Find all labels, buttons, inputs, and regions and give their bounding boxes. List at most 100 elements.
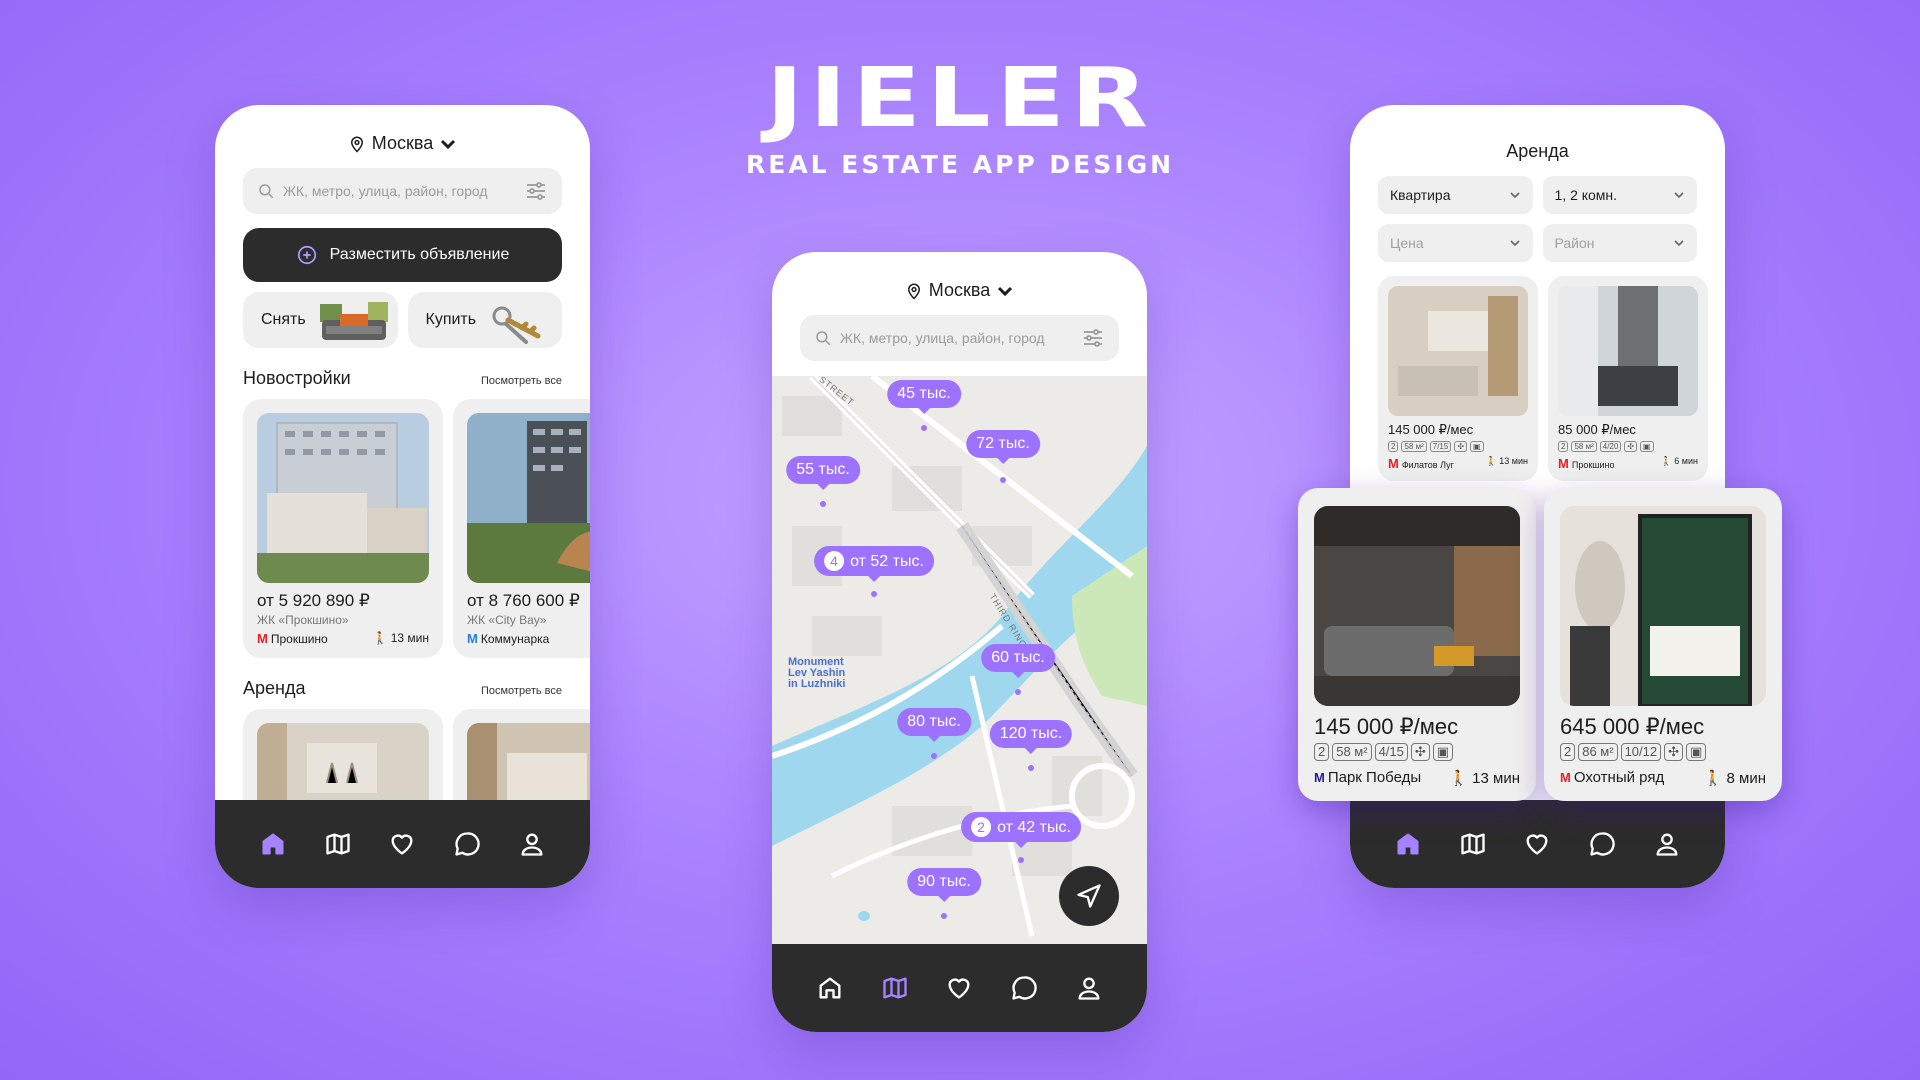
walk-time: 🚶 6 мин: [1660, 456, 1698, 466]
home-icon: [819, 977, 841, 999]
nav-profile[interactable]: [1069, 968, 1109, 1008]
post-listing-button[interactable]: Разместить объявление: [243, 228, 562, 282]
walk-time: 🚶 8 мин: [1703, 770, 1766, 787]
nav-profile[interactable]: [512, 824, 552, 864]
bottom-navigation: [215, 800, 590, 888]
chat-icon: [455, 832, 480, 856]
user-icon: [521, 833, 543, 856]
rent-see-all[interactable]: Посмотреть все: [481, 685, 562, 697]
user-icon: [1078, 977, 1100, 1000]
nav-map[interactable]: [318, 824, 358, 864]
search-input[interactable]: ЖК, метро, улица, район, город: [800, 315, 1119, 361]
chevron-down-icon: [1509, 192, 1520, 199]
rent-listing-card[interactable]: 145 000 ₽/мес 2 58 м² 7/15 ✣ ▣ M Филатов Луг 🚶…: [1378, 276, 1538, 481]
rent-screen-title: Аренда: [1506, 141, 1569, 161]
city-selector[interactable]: Москва: [215, 133, 590, 154]
nav-map[interactable]: [875, 968, 915, 1008]
price-pin[interactable]: 120 тыс.: [989, 720, 1073, 748]
featured-rent-card[interactable]: 645 000 ₽/мес 2 86 м² 10/12 ✣ ▣ M Охотный ряд…: [1544, 488, 1782, 801]
map-icon: [326, 833, 350, 855]
metro-station: M Прокшино: [257, 631, 328, 646]
nav-map[interactable]: [1453, 824, 1493, 864]
locate-me-button[interactable]: [1059, 866, 1119, 926]
filter-icon[interactable]: [1081, 326, 1105, 350]
nav-home[interactable]: [810, 968, 850, 1008]
rent-listing-card[interactable]: 85 000 ₽/мес 2 58 м² 4/20 ✣ ▣ M Прокшино 🚶 6 м…: [1548, 276, 1708, 481]
search-icon: [259, 184, 274, 199]
nav-favorites[interactable]: [939, 968, 979, 1008]
cluster-pin[interactable]: 4 от 52 тыс.: [814, 546, 934, 576]
metro-icon: M: [1388, 456, 1399, 471]
card-price: от 8 760 600 ₽: [467, 591, 580, 610]
home-icon: [1397, 833, 1419, 855]
price-pin[interactable]: 60 тыс.: [981, 644, 1055, 672]
chevron-down-icon: [1509, 240, 1520, 247]
pin-dot: [1000, 477, 1006, 483]
listing-features: 2 58 м² 4/20 ✣ ▣: [1558, 441, 1698, 452]
cluster-pin[interactable]: 2 от 42 тыс.: [961, 812, 1081, 842]
buy-quick-label: Купить: [425, 311, 477, 328]
price-pin[interactable]: 80 тыс.: [897, 708, 971, 736]
type-select[interactable]: Квартира: [1378, 176, 1533, 214]
card-price: от 5 920 890 ₽: [257, 591, 370, 610]
heart-icon: [391, 834, 413, 855]
nav-chat[interactable]: [1582, 824, 1622, 864]
map-view[interactable]: STREET THIRD RING Monument Lev Yashin in L…: [772, 376, 1147, 944]
district-select[interactable]: Район: [1542, 224, 1697, 262]
nav-home[interactable]: [1388, 824, 1428, 864]
walk-time: 🚶 13 мин: [372, 631, 429, 645]
pin-dot: [941, 913, 947, 919]
metro-station: M Парк Победы: [1314, 769, 1422, 786]
new-build-card[interactable]: от 5 920 890 ₽ ЖК «Прокшино» M Прокшино 🚶…: [243, 399, 443, 658]
nav-chat[interactable]: [447, 824, 487, 864]
nav-chat[interactable]: [1004, 968, 1044, 1008]
search-placeholder: ЖК, метро, улица, район, город: [283, 183, 488, 199]
metro-station: M Филатов Луг: [1388, 456, 1454, 471]
chevron-down-icon: [441, 139, 456, 149]
price-pin[interactable]: 55 тыс.: [786, 456, 860, 484]
price-pin[interactable]: 72 тыс.: [966, 430, 1040, 458]
cluster-count: 4: [824, 551, 845, 571]
listing-price: 145 000 ₽/мес: [1388, 422, 1474, 437]
location-pin-icon: [350, 136, 363, 153]
monument-label: Monument Lev Yashin in Luzhniki: [788, 656, 846, 690]
new-build-card[interactable]: от 8 760 600 ₽ ЖК «City Bay» M Коммунарка: [453, 399, 590, 658]
city-selector[interactable]: Москва: [772, 280, 1147, 301]
location-pin-icon: [907, 283, 920, 300]
nav-profile[interactable]: [1647, 824, 1687, 864]
pin-dot: [931, 753, 937, 759]
apartment-image: [1560, 506, 1766, 706]
price-pin[interactable]: 45 тыс.: [887, 380, 961, 408]
search-input[interactable]: ЖК, метро, улица, район, город: [243, 168, 562, 214]
search-placeholder: ЖК, метро, улица, район, город: [840, 330, 1045, 346]
filter-icon[interactable]: [524, 179, 548, 203]
price-pin[interactable]: 90 тыс.: [907, 868, 981, 896]
featured-rent-card[interactable]: 145 000 ₽/мес 2 58 м² 4/15 ✣ ▣ M Парк Победы 🚶…: [1298, 488, 1536, 801]
heart-icon: [1526, 834, 1548, 855]
chat-icon: [1012, 976, 1037, 1000]
rent-section-title: Аренда: [243, 678, 306, 698]
apartment-image: [1388, 286, 1528, 416]
nav-favorites[interactable]: [1517, 824, 1557, 864]
pin-dot: [1028, 765, 1034, 771]
search-icon: [816, 331, 831, 346]
plus-circle-icon: [297, 245, 316, 265]
bottom-navigation: [772, 944, 1147, 1032]
building-image: [257, 413, 429, 583]
nav-favorites[interactable]: [382, 824, 422, 864]
heart-icon: [948, 978, 970, 999]
price-select[interactable]: Цена: [1378, 224, 1533, 262]
card-complex: ЖК «City Bay»: [467, 613, 547, 627]
rooms-select[interactable]: 1, 2 комн.: [1542, 176, 1697, 214]
pin-dot: [1015, 689, 1021, 695]
walk-time: 🚶 13 мин: [1449, 770, 1520, 787]
rent-quick-button[interactable]: Снять: [243, 292, 398, 348]
metro-icon: M: [1560, 770, 1571, 785]
buy-quick-button[interactable]: Купить: [407, 292, 562, 348]
nav-home[interactable]: [253, 824, 293, 864]
listing-price: 145 000 ₽/мес: [1314, 714, 1459, 739]
phone-home-screen: Москва ЖК, метро, улица, район, город Ра…: [215, 105, 590, 888]
new-builds-see-all[interactable]: Посмотреть все: [481, 375, 562, 387]
listing-features: 2 86 м² 10/12 ✣ ▣: [1560, 743, 1766, 761]
chevron-down-icon: [998, 286, 1013, 296]
